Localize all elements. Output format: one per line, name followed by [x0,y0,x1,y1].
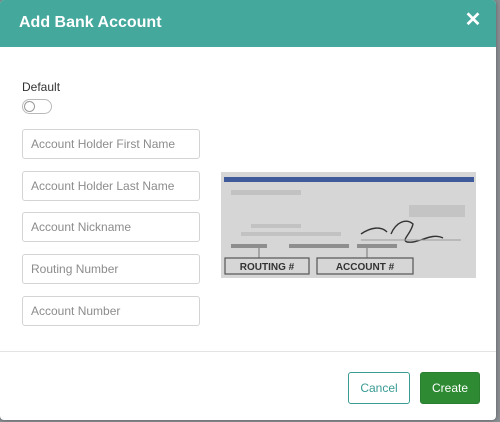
micr-segment [289,244,349,248]
cancel-button[interactable]: Cancel [348,372,410,404]
routing-label: ROUTING # [240,262,295,273]
check-line [251,224,301,228]
default-label: Default [22,80,61,94]
add-bank-account-modal: Add Bank Account ✕ Default ROUTING # ACC… [0,0,496,420]
micr-segment [231,244,267,248]
nickname-input[interactable] [22,212,200,242]
modal-header: Add Bank Account ✕ [0,0,496,47]
amount-box [409,205,465,217]
default-toggle[interactable] [22,99,52,114]
first-name-input[interactable] [22,129,200,159]
modal-title: Add Bank Account [19,14,162,31]
toggle-knob [24,101,35,112]
routing-number-input[interactable] [22,254,200,284]
check-stripe [224,177,474,182]
close-icon[interactable]: ✕ [462,9,484,31]
micr-segment [357,244,397,248]
check-illustration: ROUTING # ACCOUNT # [221,172,476,278]
account-label: ACCOUNT # [336,262,395,273]
footer-divider [0,351,496,352]
check-line [231,190,301,195]
account-number-input[interactable] [22,296,200,326]
check-line [241,232,341,236]
create-button[interactable]: Create [420,372,480,404]
last-name-input[interactable] [22,171,200,201]
